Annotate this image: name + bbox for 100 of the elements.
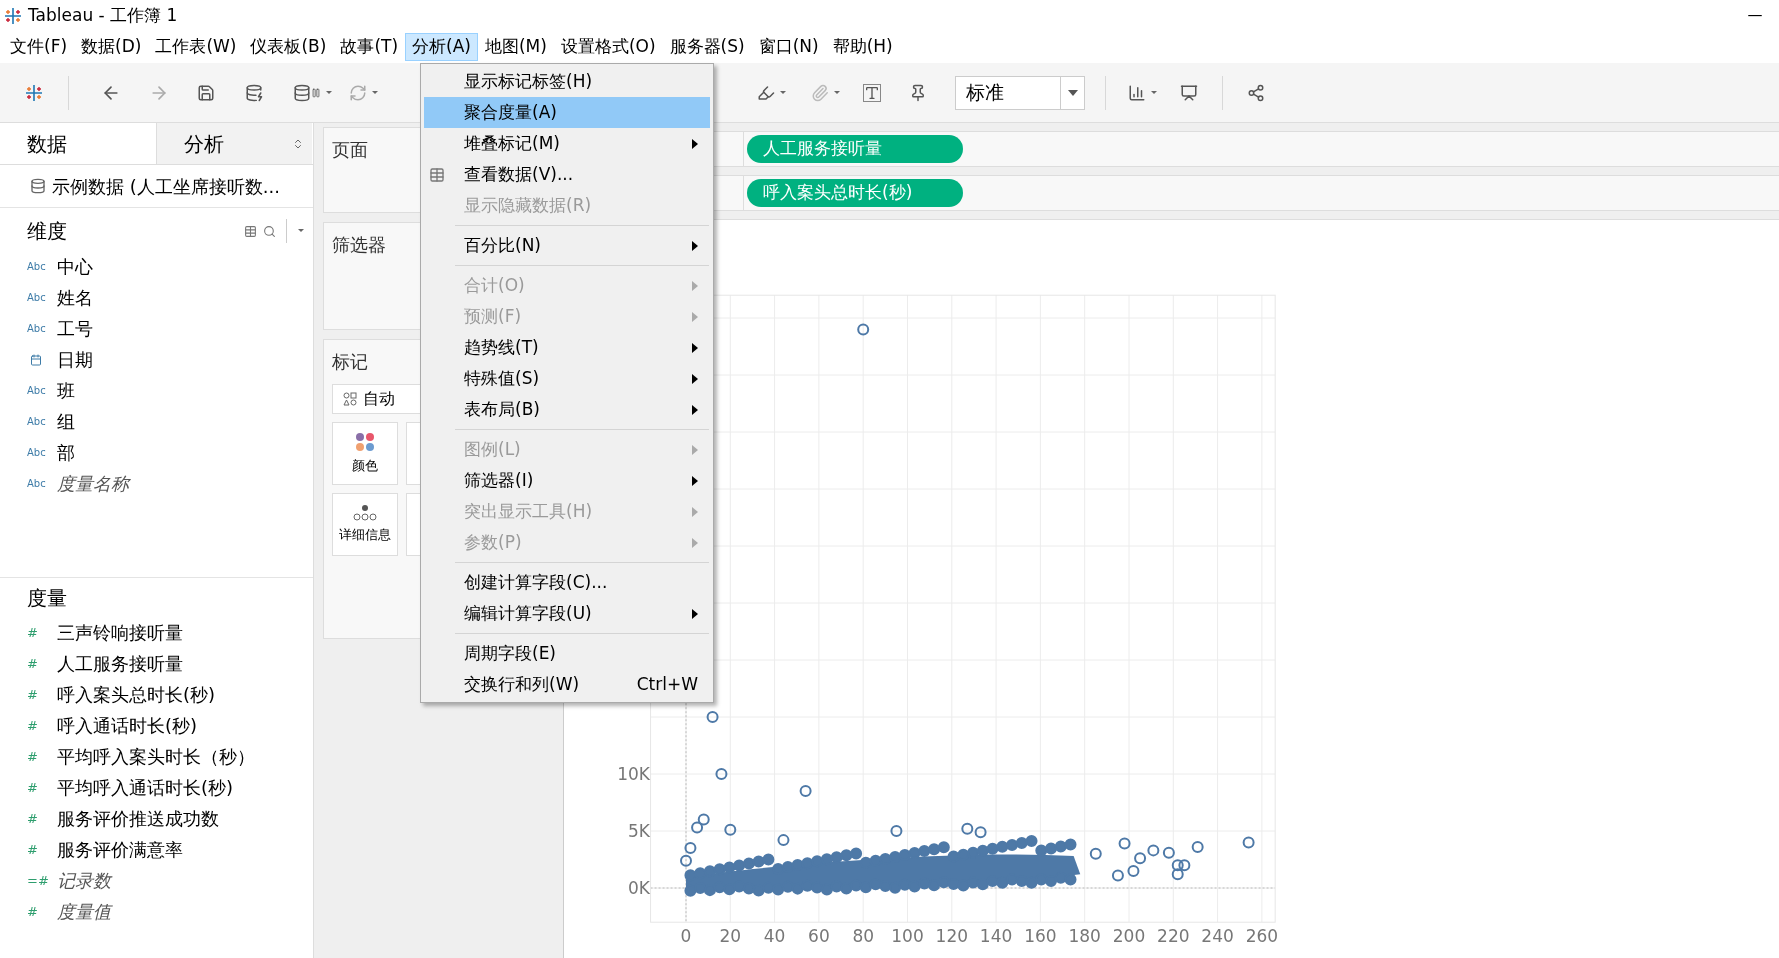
pause-updates-icon[interactable]: [293, 83, 311, 102]
dimension-field[interactable]: 部: [57, 439, 75, 466]
data-point: [715, 768, 728, 780]
dimension-field[interactable]: 日期: [57, 346, 93, 373]
data-point: [706, 711, 719, 723]
data-point: [1111, 869, 1124, 882]
caret-icon[interactable]: [779, 89, 787, 96]
menu-bar-item[interactable]: 窗口(N): [751, 33, 826, 61]
caret-icon[interactable]: [297, 228, 305, 234]
mark-button[interactable]: 详细信息: [332, 493, 398, 556]
new-data-source-icon[interactable]: [245, 83, 263, 102]
data-point: [1127, 864, 1140, 877]
submenu-arrow-icon: [692, 475, 698, 486]
data-point: [857, 323, 870, 336]
dimension-field[interactable]: 班: [57, 377, 75, 404]
data-point: [724, 823, 737, 836]
menu-item[interactable]: 表布局(B): [424, 394, 710, 425]
pane-tab[interactable]: 分析: [156, 123, 312, 164]
minimize-button[interactable]: —: [1735, 4, 1775, 27]
measure-field[interactable]: 服务评价推送成功数: [57, 805, 219, 832]
measure-field[interactable]: 记录数: [57, 867, 111, 894]
dimension-field[interactable]: 工号: [57, 315, 93, 342]
measure-field[interactable]: 呼入通话时长(秒): [57, 712, 198, 739]
caret-icon[interactable]: [833, 89, 841, 96]
measure-field[interactable]: 度量值: [57, 898, 111, 925]
data-point: [684, 842, 697, 855]
menu-bar-item[interactable]: 地图(M): [478, 33, 554, 61]
menu-item[interactable]: 周期字段(E): [424, 638, 710, 669]
menu-bar-item[interactable]: 分析(A): [405, 33, 478, 61]
menu-item[interactable]: 特殊值(S): [424, 363, 710, 394]
mark-button[interactable]: 颜色: [332, 422, 398, 485]
submenu-arrow-icon: [692, 240, 698, 251]
section-title: 维度: [27, 218, 68, 245]
menu-bar-item[interactable]: 文件(F): [3, 33, 75, 61]
menu-item[interactable]: 堆叠标记(M): [424, 128, 710, 159]
data-point: [1089, 847, 1102, 860]
menu-item[interactable]: 创建计算字段(C)...: [424, 567, 710, 598]
measure-field[interactable]: 服务评价满意率: [57, 836, 183, 863]
axis-tick-label: 200: [1112, 926, 1146, 946]
menu-item[interactable]: 编辑计算字段(U): [424, 598, 710, 629]
type-label: #: [27, 840, 38, 859]
search-icon[interactable]: [263, 224, 276, 238]
menu-item[interactable]: 趋势线(T): [424, 332, 710, 363]
axis-tick-label: 240: [1201, 926, 1234, 946]
label-icon[interactable]: [863, 83, 881, 102]
menu-bar-item[interactable]: 数据(D): [74, 33, 149, 61]
menu-bar-item[interactable]: 故事(T): [333, 33, 406, 61]
presentation-icon[interactable]: [1180, 83, 1198, 102]
measure-field[interactable]: 三声铃响接听量: [57, 619, 183, 646]
submenu-arrow-icon: [692, 373, 698, 384]
measure-field[interactable]: 呼入案头总时长(秒): [57, 681, 216, 708]
type-label: Abc: [27, 322, 46, 336]
measure-field[interactable]: 平均呼入案头时长（秒）: [57, 743, 255, 770]
pin-icon[interactable]: [909, 83, 927, 102]
type-label: Abc: [27, 415, 46, 429]
share-icon[interactable]: [1247, 83, 1265, 102]
data-point: [691, 821, 704, 834]
save-icon[interactable]: [197, 83, 215, 102]
axis-tick-label: 10K: [617, 764, 650, 784]
axis-tick-label: 80: [852, 926, 874, 946]
menu-item[interactable]: 交换行和列(W) Ctrl+W: [424, 669, 710, 700]
menu-bar-item[interactable]: 工作表(W): [148, 33, 244, 61]
data-point: [799, 785, 812, 798]
submenu-arrow-icon: [692, 280, 698, 291]
caret-icon[interactable]: [1150, 89, 1158, 96]
measure-field[interactable]: 人工服务接听量: [57, 650, 183, 677]
detail-dots-icon: [353, 504, 377, 521]
logo-icon: [25, 83, 43, 102]
measure-field[interactable]: 平均呼入通话时长(秒): [57, 774, 234, 801]
caret-icon[interactable]: [325, 89, 333, 96]
menu-bar-item[interactable]: 帮助(H): [825, 33, 900, 61]
highlight-icon[interactable]: [757, 83, 775, 102]
paperclip-icon[interactable]: [811, 83, 829, 102]
menu-bar-item[interactable]: 仪表板(B): [243, 33, 334, 61]
menu-item[interactable]: 百分比(N): [424, 230, 710, 261]
data-point: [680, 854, 692, 867]
shapes-icon: [343, 392, 357, 406]
caret-icon: [1067, 89, 1078, 96]
submenu-arrow-icon: [692, 342, 698, 353]
data-point: [697, 813, 710, 826]
pause-icon[interactable]: [311, 87, 321, 98]
dimension-field[interactable]: 组: [57, 408, 75, 435]
view-size-dropdown[interactable]: 标准: [955, 75, 1085, 110]
data-point: [1171, 859, 1184, 872]
card-title: 页面: [332, 139, 368, 160]
data-point: [1242, 836, 1255, 849]
table-icon: [429, 166, 445, 183]
menu-item[interactable]: 筛选器(I): [424, 465, 710, 496]
menu-item[interactable]: 聚合度量(A): [424, 97, 710, 128]
data-source-name[interactable]: 示例数据 (人工坐席接听数...: [52, 172, 280, 200]
caret-icon[interactable]: [371, 89, 379, 96]
dimension-field[interactable]: 姓名: [57, 284, 93, 311]
menu-item[interactable]: 查看数据(V)...: [424, 159, 710, 190]
dimension-field[interactable]: 度量名称: [57, 470, 129, 497]
show-me-icon[interactable]: [1128, 83, 1146, 102]
menu-bar-item[interactable]: 设置格式(O): [553, 33, 663, 61]
menu-bar-item[interactable]: 服务器(S): [662, 33, 752, 61]
list-view-icon[interactable]: [244, 224, 257, 238]
dimension-field[interactable]: 中心: [57, 253, 93, 280]
menu-item[interactable]: 显示标记标签(H): [424, 66, 710, 97]
